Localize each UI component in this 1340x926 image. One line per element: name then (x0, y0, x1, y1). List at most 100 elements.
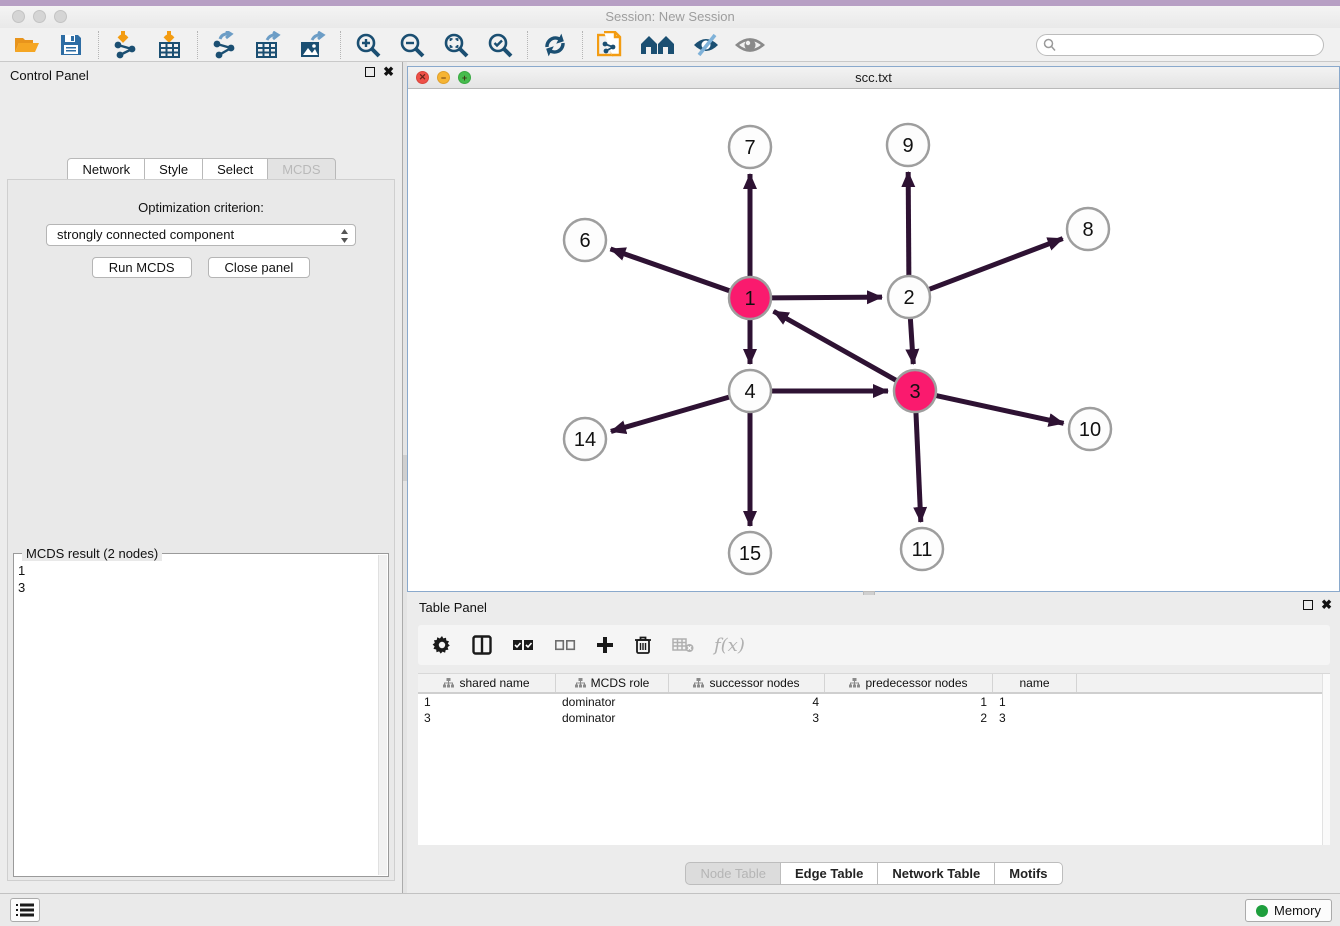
zoom-selected-icon[interactable] (485, 30, 515, 60)
tab-network[interactable]: Network (67, 158, 145, 181)
table-cell[interactable]: dominator (556, 710, 669, 726)
graph-edge-3-1[interactable] (774, 311, 897, 380)
table-cell[interactable]: 1 (418, 694, 556, 710)
column-layout-icon[interactable] (472, 635, 492, 655)
search-input[interactable] (1036, 34, 1324, 56)
dropdown-stepper-icon (340, 228, 349, 250)
main-toolbar (0, 28, 1340, 62)
hierarchy-icon (849, 678, 860, 688)
mcds-tab-content: Optimization criterion: strongly connect… (7, 179, 395, 881)
column-header-shared-name[interactable]: shared name (418, 674, 556, 692)
table-toolbar: f(x) (418, 625, 1330, 665)
graph-edge-3-10[interactable] (936, 395, 1064, 423)
tab-edge-table[interactable]: Edge Table (780, 862, 878, 885)
tab-network-table[interactable]: Network Table (877, 862, 995, 885)
tab-mcds[interactable]: MCDS (267, 158, 335, 181)
hide-panel-icon[interactable] (691, 30, 721, 60)
node-table: shared nameMCDS rolesuccessor nodesprede… (418, 673, 1330, 845)
control-panel-tabs: Network Style Select MCDS (0, 158, 402, 181)
tab-node-table[interactable]: Node Table (685, 862, 781, 885)
search-icon (1043, 38, 1056, 52)
graph-edge-1-2[interactable] (771, 297, 882, 298)
table-cell[interactable]: 1 (825, 694, 993, 710)
table-panel: Table Panel ✖ f(x) shared nameMCDS ro (407, 595, 1340, 893)
graph-node-label: 4 (744, 381, 755, 403)
save-session-icon[interactable] (56, 30, 86, 60)
graph-edge-1-6[interactable] (610, 249, 730, 291)
function-builder-icon[interactable]: f(x) (714, 635, 745, 656)
table-cell[interactable]: 3 (418, 710, 556, 726)
graph-node-label: 11 (912, 539, 933, 561)
network-window-titlebar[interactable]: ✕ − + scc.txt (408, 67, 1339, 89)
show-panel-icon[interactable] (735, 30, 765, 60)
graph-node-label: 14 (574, 429, 596, 451)
task-history-button[interactable] (10, 898, 40, 922)
graph-edge-4-14[interactable] (611, 397, 730, 432)
delete-column-icon[interactable] (634, 635, 652, 655)
deselect-all-icon[interactable] (554, 638, 576, 652)
network-canvas[interactable]: 7968124314101511 (408, 89, 1339, 591)
network-overview-icon[interactable] (595, 30, 625, 60)
column-header-MCDS-role[interactable]: MCDS role (556, 674, 669, 692)
window-title: Session: New Session (0, 9, 1340, 24)
table-tabs: Node TableEdge TableNetwork TableMotifs (407, 862, 1340, 885)
memory-label: Memory (1274, 903, 1321, 918)
float-table-panel-icon[interactable] (1303, 600, 1313, 610)
import-network-icon[interactable] (111, 30, 141, 60)
table-row[interactable]: 3dominator323 (418, 710, 1330, 726)
add-column-icon[interactable] (596, 636, 614, 654)
close-panel-icon[interactable]: ✖ (383, 67, 394, 77)
table-cell[interactable]: 4 (669, 694, 825, 710)
tab-select[interactable]: Select (202, 158, 268, 181)
table-cell[interactable]: 2 (825, 710, 993, 726)
hierarchy-icon (575, 678, 586, 688)
open-session-icon[interactable] (12, 30, 42, 60)
tab-style[interactable]: Style (144, 158, 203, 181)
close-panel-button[interactable]: Close panel (208, 257, 311, 278)
graph-edge-3-11[interactable] (916, 412, 921, 522)
close-table-panel-icon[interactable]: ✖ (1321, 600, 1332, 610)
column-header-name[interactable]: name (993, 674, 1077, 692)
export-table-icon[interactable] (254, 30, 284, 60)
graph-node-label: 3 (909, 381, 920, 403)
network-window-title: scc.txt (408, 70, 1339, 85)
table-scrollbar[interactable] (1322, 674, 1330, 845)
table-row[interactable]: 1dominator411 (418, 694, 1330, 710)
select-all-icon[interactable] (512, 638, 534, 652)
graph-edge-2-8[interactable] (929, 239, 1063, 290)
network-view-window: ✕ − + scc.txt 7968124314101511 (407, 66, 1340, 592)
table-cell[interactable]: 3 (669, 710, 825, 726)
gear-icon[interactable] (432, 635, 452, 655)
graph-edge-2-3[interactable] (910, 318, 913, 364)
zoom-out-icon[interactable] (397, 30, 427, 60)
table-panel-title: Table Panel (419, 600, 487, 615)
table-cell[interactable]: 3 (993, 710, 1077, 726)
import-table-icon[interactable] (155, 30, 185, 60)
table-panel-header: Table Panel ✖ (407, 595, 1340, 619)
control-panel-header: Control Panel ✖ (0, 62, 402, 88)
float-panel-icon[interactable] (365, 67, 375, 77)
memory-button[interactable]: Memory (1245, 899, 1332, 922)
column-header-predecessor-nodes[interactable]: predecessor nodes (825, 674, 993, 692)
run-mcds-button[interactable]: Run MCDS (92, 257, 192, 278)
graph-node-label: 7 (744, 137, 755, 159)
table-cell[interactable]: dominator (556, 694, 669, 710)
tab-motifs[interactable]: Motifs (994, 862, 1062, 885)
graph-node-label: 10 (1079, 419, 1101, 441)
mcds-result-scrollbar[interactable] (378, 555, 387, 875)
export-image-icon[interactable] (298, 30, 328, 60)
graph-edge-2-9[interactable] (908, 172, 909, 276)
status-bar: Memory (0, 893, 1340, 926)
network-graph[interactable]: 7968124314101511 (408, 89, 1339, 591)
mcds-result-text[interactable]: 1 3 (18, 562, 374, 872)
export-network-icon[interactable] (210, 30, 240, 60)
zoom-fit-icon[interactable] (441, 30, 471, 60)
criterion-dropdown[interactable]: strongly connected component (46, 224, 356, 246)
table-cell[interactable]: 1 (993, 694, 1077, 710)
refresh-icon[interactable] (540, 30, 570, 60)
zoom-in-icon[interactable] (353, 30, 383, 60)
table-rows: 1dominator4113dominator323 (418, 694, 1330, 726)
column-header-successor-nodes[interactable]: successor nodes (669, 674, 825, 692)
home-icon[interactable] (639, 30, 677, 60)
delete-table-icon[interactable] (672, 637, 694, 653)
